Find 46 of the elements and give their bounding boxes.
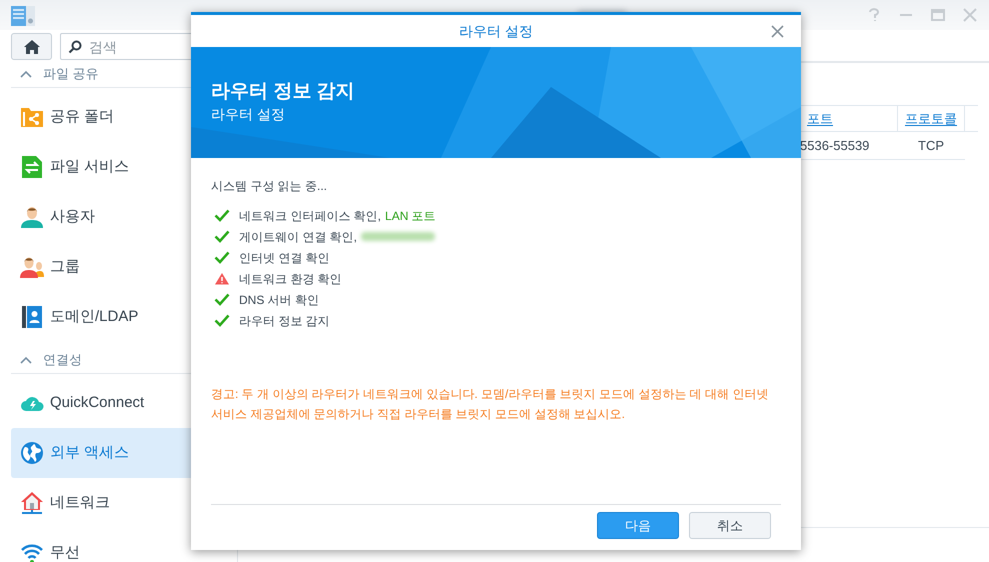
section-title: 연결성 <box>43 350 82 369</box>
table-cell-text: 5536-55539 <box>799 136 870 155</box>
sidebar-icon <box>20 155 44 179</box>
warning-icon <box>214 272 230 285</box>
check-label: 네트워크 환경 확인 <box>239 270 342 288</box>
check-icon <box>214 314 230 327</box>
caret-icon <box>20 70 32 78</box>
search-icon <box>68 40 82 54</box>
check-label: 인터넷 연결 확인 <box>239 250 330 266</box>
warning-message: 경고: 두 개 이상의 라우터가 네트워크에 있습니다. 모뎀/라우터를 브릿지 모드에 설정하는 데 대해 인터넷 서비스 제공업체에 문의하거나 직접 라우터를 브릿지 모드에 설정해 보십시오. <box>211 386 770 423</box>
section-title: 파일 공유 <box>43 64 99 83</box>
close-button[interactable] <box>771 25 784 38</box>
dialog-title: 라우터 설정 <box>459 22 533 40</box>
check-label: 게이트웨이 연결 확인, <box>239 228 358 246</box>
app-icon <box>10 5 36 27</box>
home-button[interactable] <box>11 33 52 60</box>
column-header[interactable]: 포트 <box>799 106 897 131</box>
sidebar-icon <box>20 441 44 465</box>
sidebar-icon <box>20 255 44 279</box>
sidebar-item[interactable]: 사용자 <box>11 192 226 242</box>
sidebar-item[interactable]: 네트워크 <box>11 478 226 528</box>
home-icon <box>22 38 40 54</box>
maximize-icon[interactable] <box>931 8 945 22</box>
banner-subtitle: 라우터 설정 <box>211 105 286 124</box>
check-icon <box>214 293 230 306</box>
cancel-button[interactable]: 취소 <box>689 512 771 539</box>
sidebar-item[interactable]: 무선 <box>11 528 226 562</box>
sidebar-icon <box>20 205 44 229</box>
close-icon[interactable] <box>963 8 977 22</box>
sidebar-icon <box>20 105 44 129</box>
caret-icon <box>20 356 32 364</box>
column-header[interactable]: 프로토콜 <box>897 106 965 131</box>
check-icon <box>214 209 230 222</box>
sidebar-icon <box>20 305 44 329</box>
check-label: DNS 서버 확인 <box>239 292 320 308</box>
close-icon <box>771 25 784 38</box>
sidebar-item[interactable]: 그룹 <box>11 242 226 292</box>
check-label: 네트워크 인터페이스 확인, <box>239 208 382 224</box>
table-cell-text: TCP <box>917 136 945 155</box>
check-icon <box>214 251 230 264</box>
status-text: 시스템 구성 읽는 중... <box>211 178 328 195</box>
sidebar-item[interactable]: 도메인/LDAP <box>11 292 226 342</box>
check-label: 라우터 정보 감지 <box>239 312 330 330</box>
check-icon <box>214 230 230 243</box>
sidebar-icon <box>20 491 44 515</box>
help-icon[interactable] <box>867 8 881 22</box>
